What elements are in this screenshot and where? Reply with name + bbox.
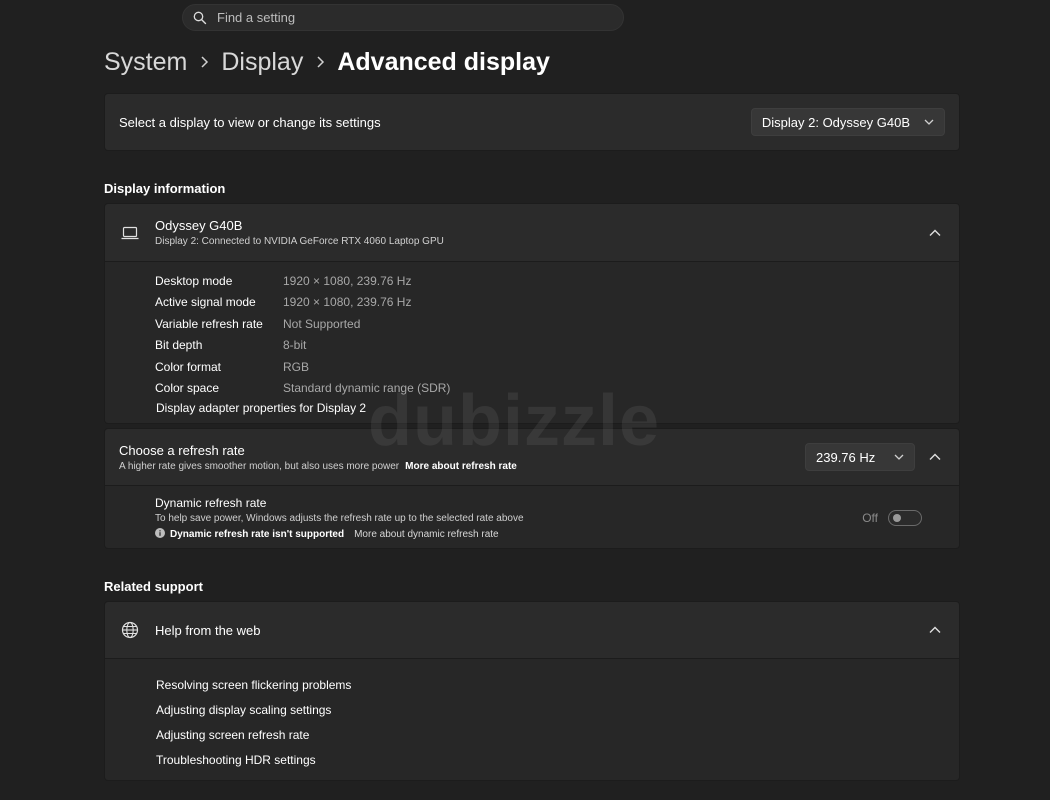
refresh-rate-title: Choose a refresh rate xyxy=(119,442,245,458)
toggle-state-label: Off xyxy=(862,511,878,525)
laptop-icon xyxy=(119,222,141,244)
dynamic-refresh-title: Dynamic refresh rate xyxy=(155,496,267,510)
display-connection: Display 2: Connected to NVIDIA GeForce R… xyxy=(155,236,444,247)
dynamic-refresh-toggle-group: Off xyxy=(862,510,922,526)
globe-icon xyxy=(119,619,141,641)
info-row-active-signal-mode: Active signal mode 1920 × 1080, 239.76 H… xyxy=(155,292,959,314)
search-input[interactable] xyxy=(217,10,597,25)
related-support-section-title: Related support xyxy=(104,579,203,594)
help-link-flickering[interactable]: Resolving screen flickering problems xyxy=(156,675,959,700)
info-key: Desktop mode xyxy=(155,273,233,288)
help-link-refresh-rate[interactable]: Adjusting screen refresh rate xyxy=(156,725,959,750)
dynamic-refresh-warning: Dynamic refresh rate isn't supported xyxy=(170,529,345,540)
info-value: RGB xyxy=(283,359,310,374)
dynamic-refresh-rate-row: Dynamic refresh rate To help save power,… xyxy=(104,485,960,549)
info-key: Variable refresh rate xyxy=(155,316,263,331)
chevron-up-icon[interactable] xyxy=(925,620,945,640)
display-select-card: Select a display to view or change its s… xyxy=(104,93,960,151)
info-value: 8-bit xyxy=(283,338,307,353)
display-name: Odyssey G40B xyxy=(155,218,243,233)
info-key: Color format xyxy=(155,359,222,374)
refresh-rate-header: Choose a refresh rate A higher rate give… xyxy=(104,428,960,486)
display-info-body: Desktop mode 1920 × 1080, 239.76 Hz Acti… xyxy=(104,261,960,424)
breadcrumb: System Display Advanced display xyxy=(104,44,550,80)
info-row-desktop-mode: Desktop mode 1920 × 1080, 239.76 Hz xyxy=(155,270,959,292)
help-from-web-header[interactable]: Help from the web xyxy=(104,601,960,659)
info-value: Standard dynamic range (SDR) xyxy=(283,381,451,396)
toggle-knob xyxy=(893,514,901,522)
refresh-rate-dropdown[interactable]: 239.76 Hz xyxy=(805,443,915,471)
info-value: 1920 × 1080, 239.76 Hz xyxy=(283,295,412,310)
info-value: 1920 × 1080, 239.76 Hz xyxy=(283,273,412,288)
page-title: Advanced display xyxy=(337,47,550,76)
display-dropdown[interactable]: Display 2: Odyssey G40B xyxy=(750,108,945,136)
info-value: Not Supported xyxy=(283,316,361,331)
info-row-color-format: Color format RGB xyxy=(155,356,959,378)
info-key: Active signal mode xyxy=(155,295,256,310)
chevron-right-icon xyxy=(191,55,217,69)
dynamic-refresh-toggle[interactable] xyxy=(888,510,922,526)
display-info-section-title: Display information xyxy=(104,181,226,196)
dynamic-refresh-subtitle: To help save power, Windows adjusts the … xyxy=(155,513,524,524)
display-dropdown-value: Display 2: Odyssey G40B xyxy=(761,114,910,130)
help-link-hdr[interactable]: Troubleshooting HDR settings xyxy=(156,750,959,775)
info-row-bit-depth: Bit depth 8-bit xyxy=(155,335,959,357)
info-row-variable-refresh-rate: Variable refresh rate Not Supported xyxy=(155,313,959,335)
display-info-header[interactable]: Odyssey G40B Display 2: Connected to NVI… xyxy=(104,203,960,262)
chevron-up-icon[interactable] xyxy=(925,223,945,243)
dynamic-refresh-note: Dynamic refresh rate isn't supported Mor… xyxy=(155,528,959,541)
help-link-scaling[interactable]: Adjusting display scaling settings xyxy=(156,700,959,725)
refresh-rate-value: 239.76 Hz xyxy=(816,449,876,465)
search-icon xyxy=(193,11,207,25)
info-icon xyxy=(155,528,165,541)
search-box[interactable] xyxy=(182,4,624,31)
help-from-web-title: Help from the web xyxy=(155,622,261,638)
chevron-right-icon xyxy=(307,55,333,69)
refresh-rate-subtitle-row: A higher rate gives smoother motion, but… xyxy=(119,461,805,472)
info-key: Color space xyxy=(155,381,220,396)
help-links-list: Resolving screen flickering problems Adj… xyxy=(104,658,960,781)
info-row-color-space: Color space Standard dynamic range (SDR) xyxy=(155,378,959,400)
display-select-label: Select a display to view or change its s… xyxy=(119,114,381,130)
chevron-up-icon[interactable] xyxy=(925,447,945,467)
breadcrumb-system[interactable]: System xyxy=(104,48,187,77)
refresh-rate-subtitle: A higher rate gives smoother motion, but… xyxy=(119,460,400,472)
more-about-dynamic-refresh-link[interactable]: More about dynamic refresh rate xyxy=(354,529,499,540)
info-key: Bit depth xyxy=(155,338,203,353)
more-about-refresh-rate-link[interactable]: More about refresh rate xyxy=(405,461,517,472)
chevron-down-icon xyxy=(894,454,904,460)
display-adapter-properties-link[interactable]: Display adapter properties for Display 2 xyxy=(155,401,366,415)
breadcrumb-display[interactable]: Display xyxy=(221,48,303,77)
chevron-down-icon xyxy=(924,119,934,125)
